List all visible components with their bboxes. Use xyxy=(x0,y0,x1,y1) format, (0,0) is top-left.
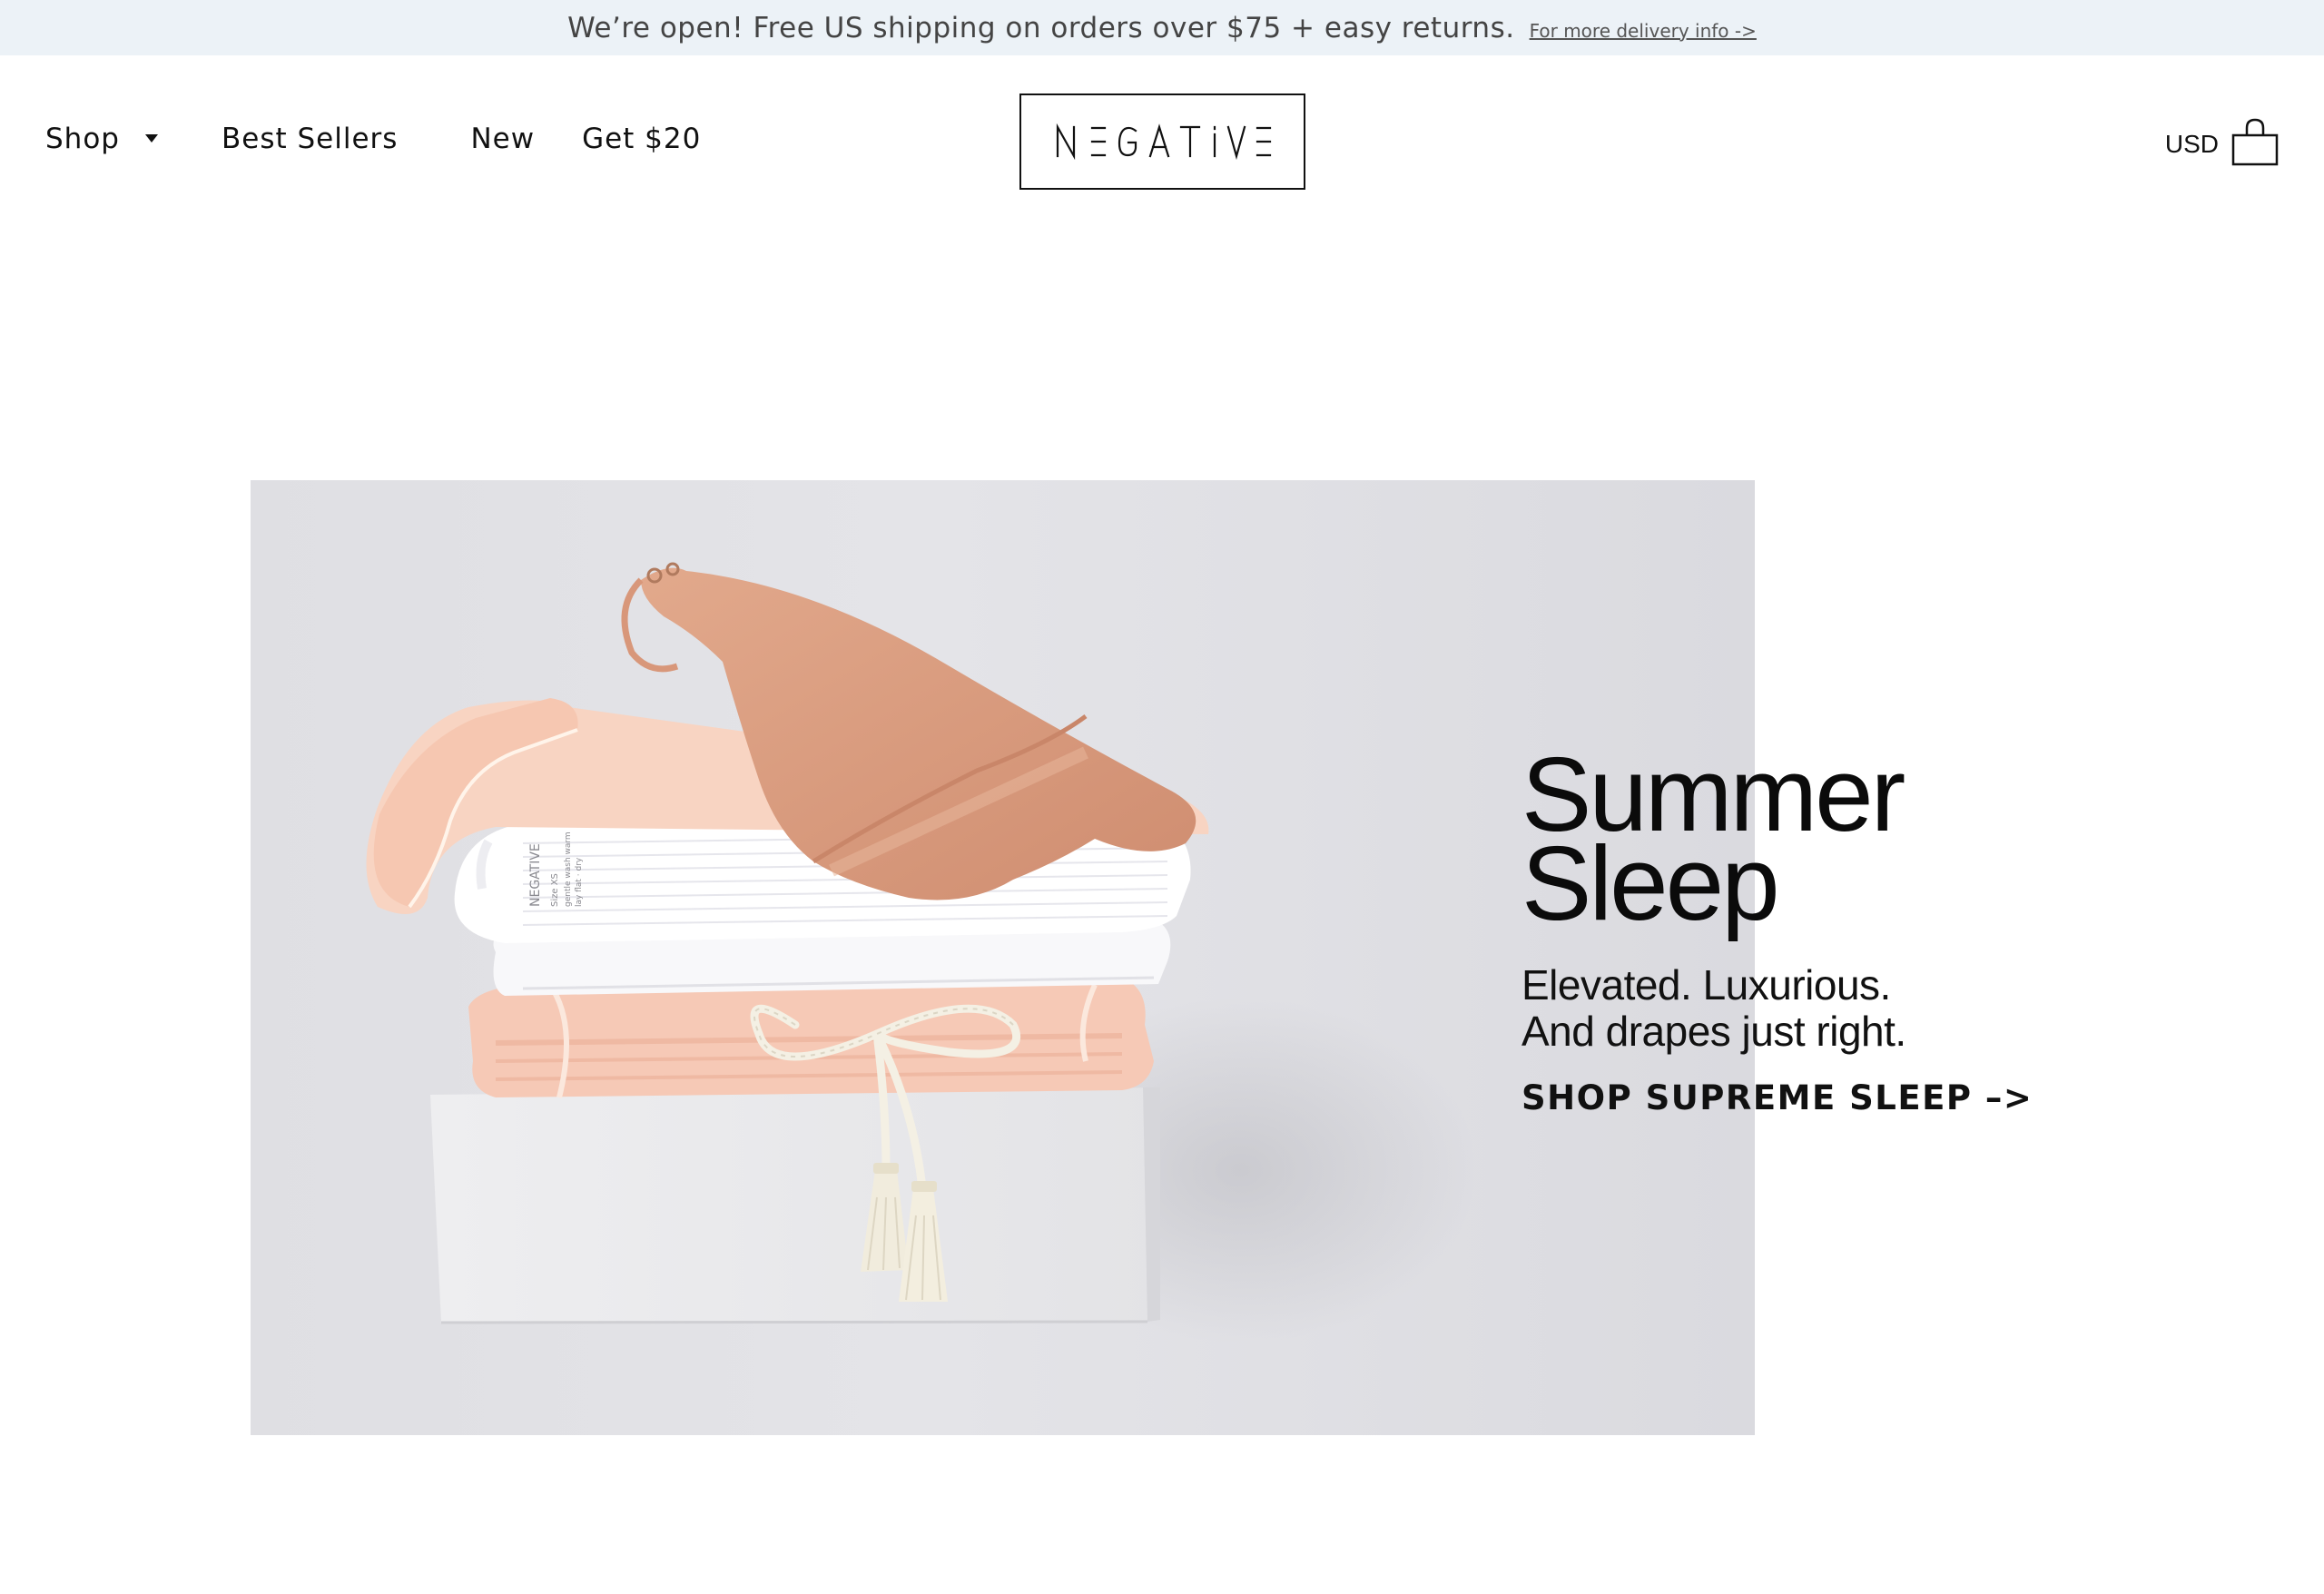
nav-item-shop[interactable]: Shop xyxy=(45,123,158,155)
hero-subtitle: Elevated. Luxurious. And drapes just rig… xyxy=(1521,962,2157,1055)
main-nav: Shop Best Sellers New Get $20 xyxy=(45,121,701,157)
nav-item-get-20[interactable]: Get $20 xyxy=(582,123,701,155)
nav-item-best-sellers[interactable]: Best Sellers xyxy=(222,123,398,155)
negative-wordmark-icon xyxy=(1056,123,1271,160)
nav-item-new[interactable]: New xyxy=(470,123,535,155)
nav-item-shop-label: Shop xyxy=(45,123,120,155)
brand-logo[interactable]: NEGATIVE xyxy=(1019,93,1305,190)
hero-subtitle-line: Elevated. Luxurious. xyxy=(1521,961,1891,1009)
hero-title: Summer Sleep xyxy=(1521,742,2157,936)
header-utilities: USD xyxy=(2165,117,2279,166)
currency-selector[interactable]: USD xyxy=(2165,124,2219,159)
caret-down-icon xyxy=(144,133,158,143)
svg-text:NEGATIVE: NEGATIVE xyxy=(528,843,543,907)
delivery-info-link[interactable]: For more delivery info -> xyxy=(1530,15,1757,42)
svg-text:lay flat · dry: lay flat · dry xyxy=(575,857,584,907)
svg-text:gentle wash warm: gentle wash warm xyxy=(564,831,573,907)
hero-subtitle-line: And drapes just right. xyxy=(1521,1008,1906,1055)
shop-supreme-sleep-link[interactable]: SHOP SUPREME SLEEP –> xyxy=(1521,1078,2033,1117)
announcement-bar: We’re open! Free US shipping on orders o… xyxy=(0,0,2324,55)
shopping-bag-icon[interactable] xyxy=(2231,117,2279,166)
announcement-text: We’re open! Free US shipping on orders o… xyxy=(567,11,1515,44)
svg-text:Size XS: Size XS xyxy=(550,873,560,907)
page: We’re open! Free US shipping on orders o… xyxy=(0,0,2324,1594)
hero-copy: Summer Sleep Elevated. Luxurious. And dr… xyxy=(1521,742,2157,1117)
site-header: Shop Best Sellers New Get $20 USD xyxy=(0,55,2324,228)
